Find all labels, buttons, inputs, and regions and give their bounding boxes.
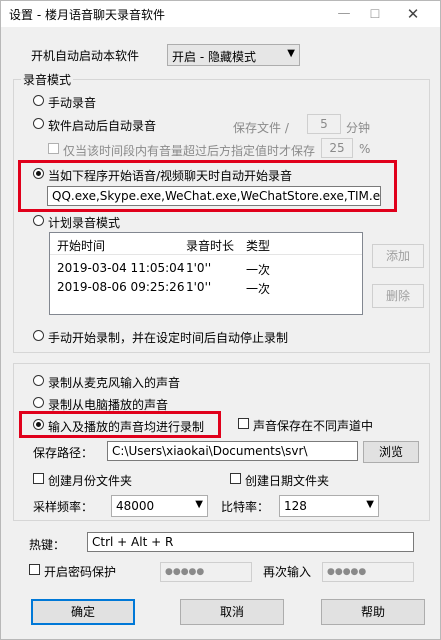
only-volume-input[interactable]: 25	[321, 138, 353, 158]
password-input[interactable]: ●●●●●	[160, 562, 252, 582]
bitrate-label: 比特率：	[221, 500, 270, 514]
password-again-input[interactable]: ●●●●●	[322, 562, 414, 582]
record-mode-title: 录音模式	[21, 71, 74, 88]
bitrate-value: 128	[284, 499, 307, 513]
bitrate-select[interactable]: 128 ▼	[279, 495, 379, 517]
save-path-input[interactable]: C:\Users\xiaokai\Documents\svr\	[107, 441, 358, 461]
auto-on-chat-radio[interactable]	[33, 168, 44, 179]
mic-label: 录制从麦克风输入的声音	[48, 376, 181, 390]
minimize-icon[interactable]: —	[327, 1, 361, 27]
both-label: 输入及播放的声音均进行录制	[48, 420, 205, 434]
schedule-label: 计划录音模式	[48, 216, 121, 230]
sample-rate-value: 48000	[116, 499, 155, 513]
split-channels-label: 声音保存在不同声道中	[253, 419, 374, 433]
manual-record-radio[interactable]	[33, 95, 44, 106]
auto-on-chat-label: 当如下程序开始语音/视频聊天时自动开始录音	[48, 169, 293, 183]
date-folder-checkbox[interactable]	[230, 473, 241, 484]
startup-select-value: 开启 - 隐藏模式	[172, 50, 256, 64]
table-cell: 2019-03-04 11:05:04	[57, 261, 185, 275]
only-volume-unit: %	[359, 142, 371, 156]
startup-label: 开机自动启动本软件	[31, 49, 140, 63]
sample-rate-label: 采样频率：	[33, 500, 94, 514]
window-title: 设置 - 楼月语音聊天录音软件	[9, 8, 165, 22]
browse-button[interactable]: 浏览	[363, 441, 419, 463]
column-header: 录音时长	[186, 239, 235, 253]
programs-input[interactable]: QQ.exe,Skype.exe,WeChat.exe,WeChatStore.…	[47, 186, 381, 206]
pc-radio[interactable]	[33, 397, 44, 408]
table-cell: 2019-08-06 09:25:26	[57, 280, 185, 294]
help-button[interactable]: 帮助	[321, 599, 425, 625]
manual-timed-radio[interactable]	[33, 330, 44, 341]
column-header: 开始时间	[57, 239, 106, 253]
only-volume-label: 仅当该时间段内有音量超过后方指定值时才保存	[63, 144, 316, 158]
split-channels-checkbox[interactable]	[238, 418, 249, 429]
title-bar: 设置 - 楼月语音聊天录音软件 — ☐ ✕	[1, 1, 440, 27]
month-folder-label: 创建月份文件夹	[48, 474, 133, 488]
sample-rate-select[interactable]: 48000 ▼	[111, 495, 208, 517]
table-cell: 一次	[246, 282, 271, 296]
table-row[interactable]: 2019-03-04 11:05:04 1'0'' 一次	[50, 261, 362, 277]
chevron-down-icon: ▼	[195, 499, 203, 510]
table-cell: 1'0''	[186, 280, 212, 294]
table-cell: 一次	[246, 263, 271, 277]
manual-record-label: 手动录音	[48, 96, 97, 110]
startup-select[interactable]: 开启 - 隐藏模式 ▼	[167, 44, 300, 66]
schedule-table[interactable]: 开始时间 录音时长 类型 2019-03-04 11:05:04 1'0'' 一…	[49, 232, 363, 315]
manual-timed-label: 手动开始录制，并在设定时间后自动停止录制	[48, 331, 289, 345]
hotkey-input[interactable]: Ctrl + Alt + R	[87, 532, 414, 552]
chevron-down-icon: ▼	[287, 48, 295, 59]
add-schedule-button[interactable]: 添加	[372, 244, 424, 268]
mic-radio[interactable]	[33, 375, 44, 386]
save-path-label: 保存路径：	[33, 446, 94, 460]
delete-schedule-button[interactable]: 删除	[372, 284, 424, 308]
close-icon[interactable]: ✕	[396, 1, 430, 27]
auto-on-start-label: 软件启动后自动录音	[48, 119, 157, 133]
hotkey-label: 热键：	[29, 538, 66, 552]
table-cell: 1'0''	[186, 261, 212, 275]
month-folder-checkbox[interactable]	[33, 473, 44, 484]
settings-window: 设置 - 楼月语音聊天录音软件 — ☐ ✕ 开机自动启动本软件 开启 - 隐藏模…	[0, 0, 441, 640]
schedule-radio[interactable]	[33, 215, 44, 226]
password-checkbox[interactable]	[29, 564, 40, 575]
auto-on-start-radio[interactable]	[33, 118, 44, 129]
save-every-input[interactable]: 5	[307, 114, 341, 134]
save-every-label: 保存文件 /	[233, 121, 289, 135]
maximize-icon: ☐	[369, 7, 381, 21]
both-radio[interactable]	[33, 419, 44, 430]
cancel-button[interactable]: 取消	[180, 599, 284, 625]
chevron-down-icon: ▼	[366, 499, 374, 510]
only-volume-checkbox[interactable]	[48, 143, 59, 154]
save-every-unit: 分钟	[346, 121, 371, 135]
ok-button[interactable]: 确定	[31, 599, 135, 625]
column-header: 类型	[246, 239, 271, 253]
date-folder-label: 创建日期文件夹	[245, 474, 330, 488]
schedule-table-header: 开始时间 录音时长 类型	[50, 233, 362, 255]
password-again-label: 再次输入	[263, 565, 312, 579]
password-label: 开启密码保护	[44, 565, 117, 579]
table-row[interactable]: 2019-08-06 09:25:26 1'0'' 一次	[50, 280, 362, 296]
